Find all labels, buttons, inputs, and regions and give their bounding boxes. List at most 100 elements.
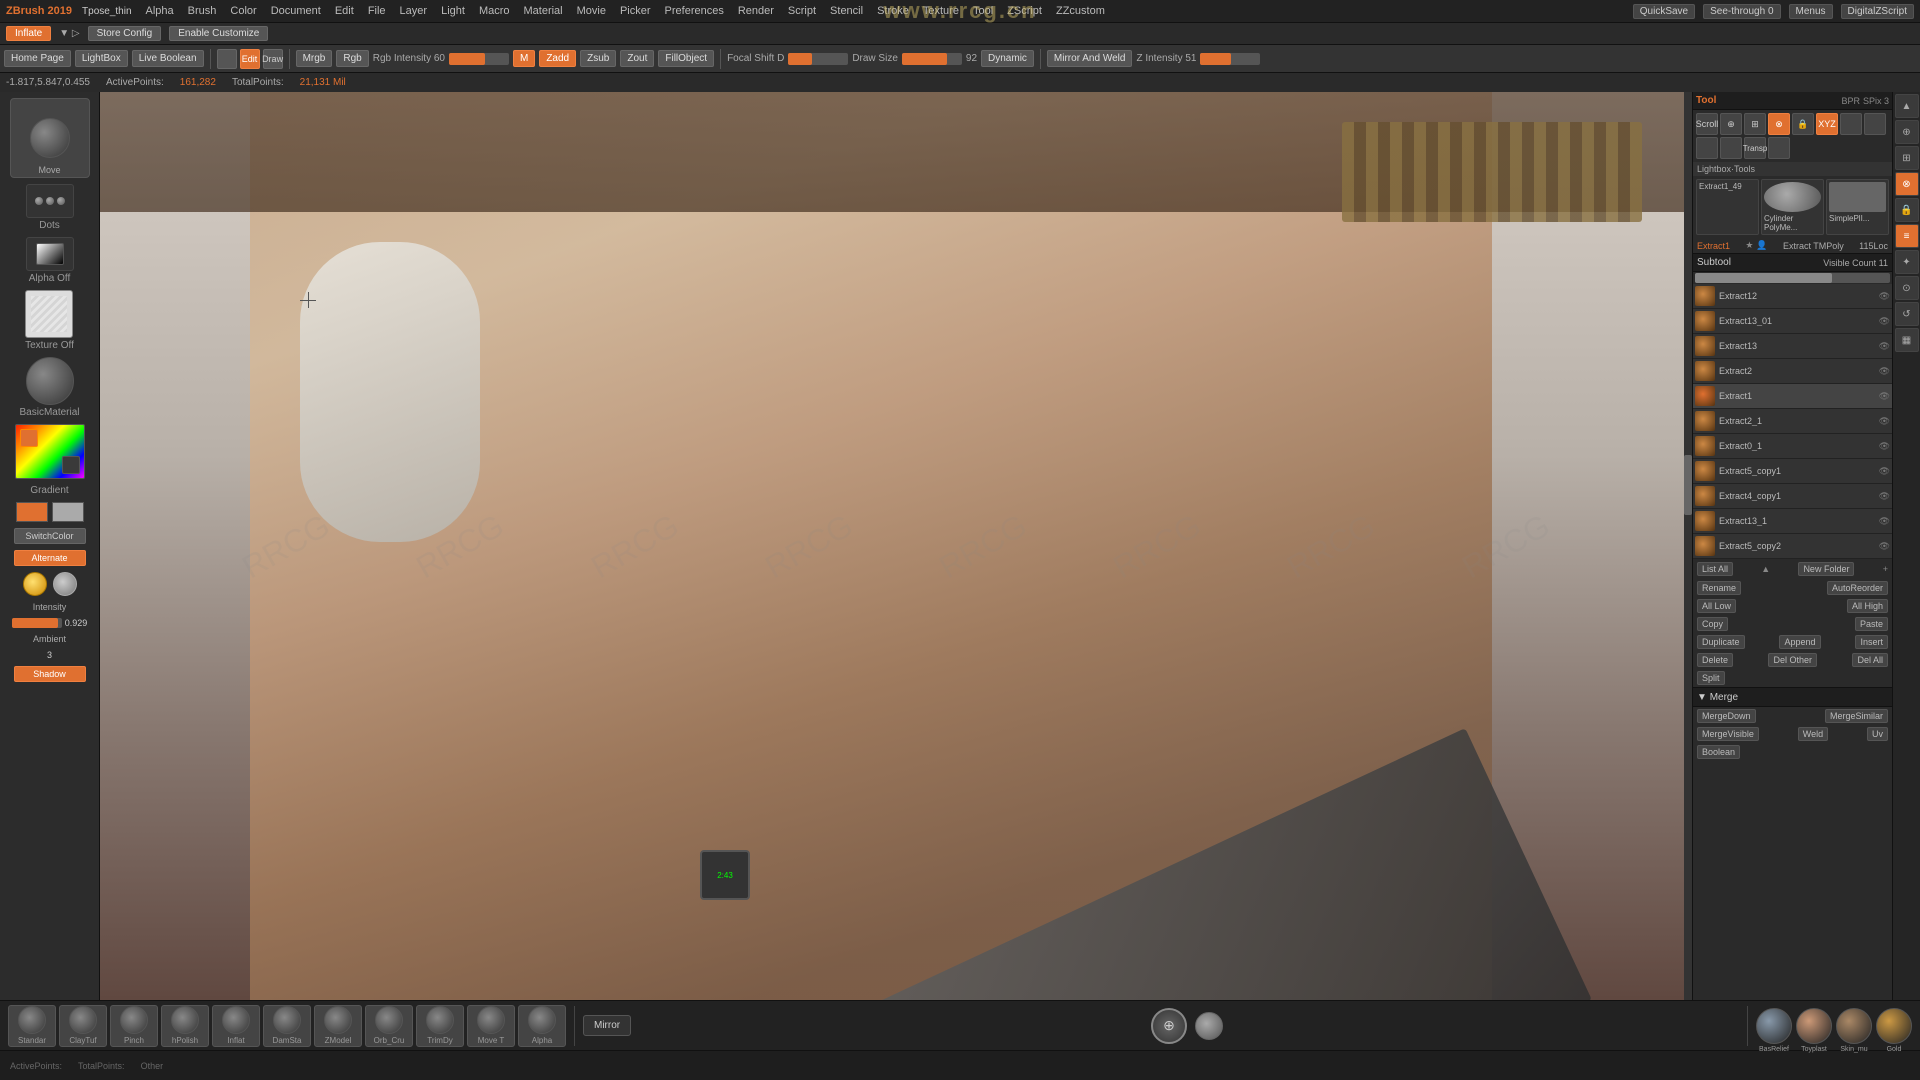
material-sphere[interactable] [26, 357, 74, 405]
menu-item-alpha[interactable]: Alpha [142, 5, 178, 17]
menu-item-texture[interactable]: Texture [919, 5, 963, 17]
nav-person-icon[interactable] [1195, 1012, 1223, 1040]
subtool-header[interactable]: Subtool Visible Count 11 [1693, 253, 1892, 272]
list-all-button[interactable]: List All [1697, 562, 1733, 576]
zadd-button[interactable]: Zadd [539, 50, 576, 67]
menu-item-material[interactable]: Material [520, 5, 567, 17]
brush-icon-2[interactable]: Pinch [110, 1005, 158, 1047]
menu-item-stroke[interactable]: Stroke [873, 5, 913, 17]
all-low-button[interactable]: All Low [1697, 599, 1736, 613]
rotate-btn[interactable] [1696, 137, 1718, 159]
zoom-btn[interactable]: ⊕ [1720, 113, 1742, 135]
del-other-button[interactable]: Del Other [1768, 653, 1817, 667]
subtool-eye-10[interactable]: 👁 [1879, 541, 1890, 552]
menu-item-macro[interactable]: Macro [475, 5, 514, 17]
mirror-button[interactable]: Mirror [583, 1015, 631, 1036]
subtool-item-3[interactable]: Extract2 👁 [1693, 359, 1892, 384]
subtool-eye-0[interactable]: 👁 [1879, 291, 1890, 302]
merge-down-button[interactable]: MergeDown [1697, 709, 1756, 723]
new-folder-button[interactable]: New Folder [1798, 562, 1854, 576]
brush-icon-3[interactable]: hPolish [161, 1005, 209, 1047]
brush-icon-8[interactable]: TrimDy [416, 1005, 464, 1047]
del-all-button[interactable]: Del All [1852, 653, 1888, 667]
vi-frame-btn[interactable]: ⊞ [1895, 146, 1919, 170]
vi-zoom3d-btn[interactable]: ⊙ [1895, 276, 1919, 300]
menu-item-render[interactable]: Render [734, 5, 778, 17]
merge-header[interactable]: ▼ Merge [1693, 687, 1892, 707]
menu-item-light[interactable]: Light [437, 5, 469, 17]
vi-fill-btn[interactable]: ▦ [1895, 328, 1919, 352]
cylinder-thumb[interactable]: Cylinder PolyMe... [1761, 179, 1824, 235]
material-sphere-1[interactable]: Toyplast [1796, 1008, 1832, 1044]
auto-reorder-button[interactable]: AutoReorder [1827, 581, 1888, 595]
canvas-area[interactable]: 2:43 RRCG RRCG RRCG RRCG RRCG RRCG RRCG … [100, 92, 1692, 1000]
z-intensity-slider[interactable] [1200, 53, 1260, 65]
draw-size-slider[interactable] [902, 53, 962, 65]
vi-scroll-btn[interactable]: ▲ [1895, 94, 1919, 118]
duplicate-button[interactable]: Duplicate [1697, 635, 1745, 649]
menu-item-layer[interactable]: Layer [396, 5, 432, 17]
brush-icon-10[interactable]: Alpha [518, 1005, 566, 1047]
material-sphere-2[interactable]: Skin_mu [1836, 1008, 1872, 1044]
rgb-button[interactable]: Rgb [336, 50, 368, 67]
uv-button[interactable]: Uv [1867, 727, 1888, 741]
subtool-item-7[interactable]: Extract5_copy1 👁 [1693, 459, 1892, 484]
subtool-item-5[interactable]: Extract2_1 👁 [1693, 409, 1892, 434]
mirror-weld-button[interactable]: Mirror And Weld [1047, 50, 1133, 67]
subtool-item-8[interactable]: Extract4_copy1 👁 [1693, 484, 1892, 509]
brush-icon-1[interactable]: ClayTuf [59, 1005, 107, 1047]
dynamic-button[interactable]: Dynamic [981, 50, 1034, 67]
extract1-name[interactable]: Extract1 [1697, 241, 1730, 251]
move-btn2[interactable] [1840, 113, 1862, 135]
insert-button[interactable]: Insert [1855, 635, 1888, 649]
menu-item-tool[interactable]: Tool [969, 5, 997, 17]
intensity-slider[interactable] [12, 618, 62, 628]
canvas-3d-content[interactable]: 2:43 RRCG RRCG RRCG RRCG RRCG RRCG RRCG … [100, 92, 1692, 1000]
lock-btn[interactable]: 🔒 [1792, 113, 1814, 135]
weld-button[interactable]: Weld [1798, 727, 1828, 741]
subtool-item-1[interactable]: Extract13_01 👁 [1693, 309, 1892, 334]
subtool-eye-2[interactable]: 👁 [1879, 341, 1890, 352]
menus-button[interactable]: Menus [1789, 4, 1833, 19]
rename-button[interactable]: Rename [1697, 581, 1741, 595]
inflate-button[interactable]: Inflate [6, 26, 51, 41]
shadow-button[interactable]: Shadow [14, 666, 86, 682]
merge-visible-button[interactable]: MergeVisible [1697, 727, 1759, 741]
subtool-item-9[interactable]: Extract13_1 👁 [1693, 509, 1892, 534]
subtool-eye-1[interactable]: 👁 [1879, 316, 1890, 327]
fill-btn[interactable] [1720, 137, 1742, 159]
subtool-item-6[interactable]: Extract0_1 👁 [1693, 434, 1892, 459]
zoom3d-btn[interactable] [1864, 113, 1886, 135]
extract1-thumb[interactable]: Extract1_49 [1696, 179, 1759, 235]
move-tool-icon[interactable]: Move [10, 98, 90, 178]
material-sphere-3[interactable]: Gold [1876, 1008, 1912, 1044]
canvas-scrollbar[interactable] [1684, 92, 1692, 1000]
menu-item-document[interactable]: Document [267, 5, 325, 17]
subtool-slider[interactable] [1695, 273, 1890, 283]
store-config-button[interactable]: Store Config [88, 26, 162, 41]
quicksave-button[interactable]: QuickSave [1633, 4, 1695, 19]
mrgb-button[interactable]: Mrgb [296, 50, 333, 67]
simplepl-thumb[interactable]: SimplePlI... [1826, 179, 1889, 235]
transp-btn[interactable]: Transp [1744, 137, 1766, 159]
delete-button[interactable]: Delete [1697, 653, 1733, 667]
subtool-eye-4[interactable]: 👁 [1879, 391, 1890, 402]
boolean-button[interactable]: Boolean [1697, 745, 1740, 759]
m-button[interactable]: M [513, 50, 535, 67]
scroll-btn[interactable]: Scroll [1696, 113, 1718, 135]
brush-icon-5[interactable]: DamSta [263, 1005, 311, 1047]
menu-item-stencil[interactable]: Stencil [826, 5, 867, 17]
scrollbar-thumb[interactable] [1684, 455, 1692, 515]
subtool-item-10[interactable]: Extract5_copy2 👁 [1693, 534, 1892, 559]
draw-icon1[interactable] [217, 49, 237, 69]
menu-item-picker[interactable]: Picker [616, 5, 655, 17]
enable-customize-button[interactable]: Enable Customize [169, 26, 268, 41]
paste-button[interactable]: Paste [1855, 617, 1888, 631]
menu-item-brush[interactable]: Brush [184, 5, 221, 17]
menu-item-zzcustom[interactable]: ZZcustom [1052, 5, 1109, 17]
all-high-button[interactable]: All High [1847, 599, 1888, 613]
subtool-eye-9[interactable]: 👁 [1879, 516, 1890, 527]
switch-color-button[interactable]: SwitchColor [14, 528, 86, 544]
brush-icon-4[interactable]: Inflat [212, 1005, 260, 1047]
zout-button[interactable]: Zout [620, 50, 654, 67]
